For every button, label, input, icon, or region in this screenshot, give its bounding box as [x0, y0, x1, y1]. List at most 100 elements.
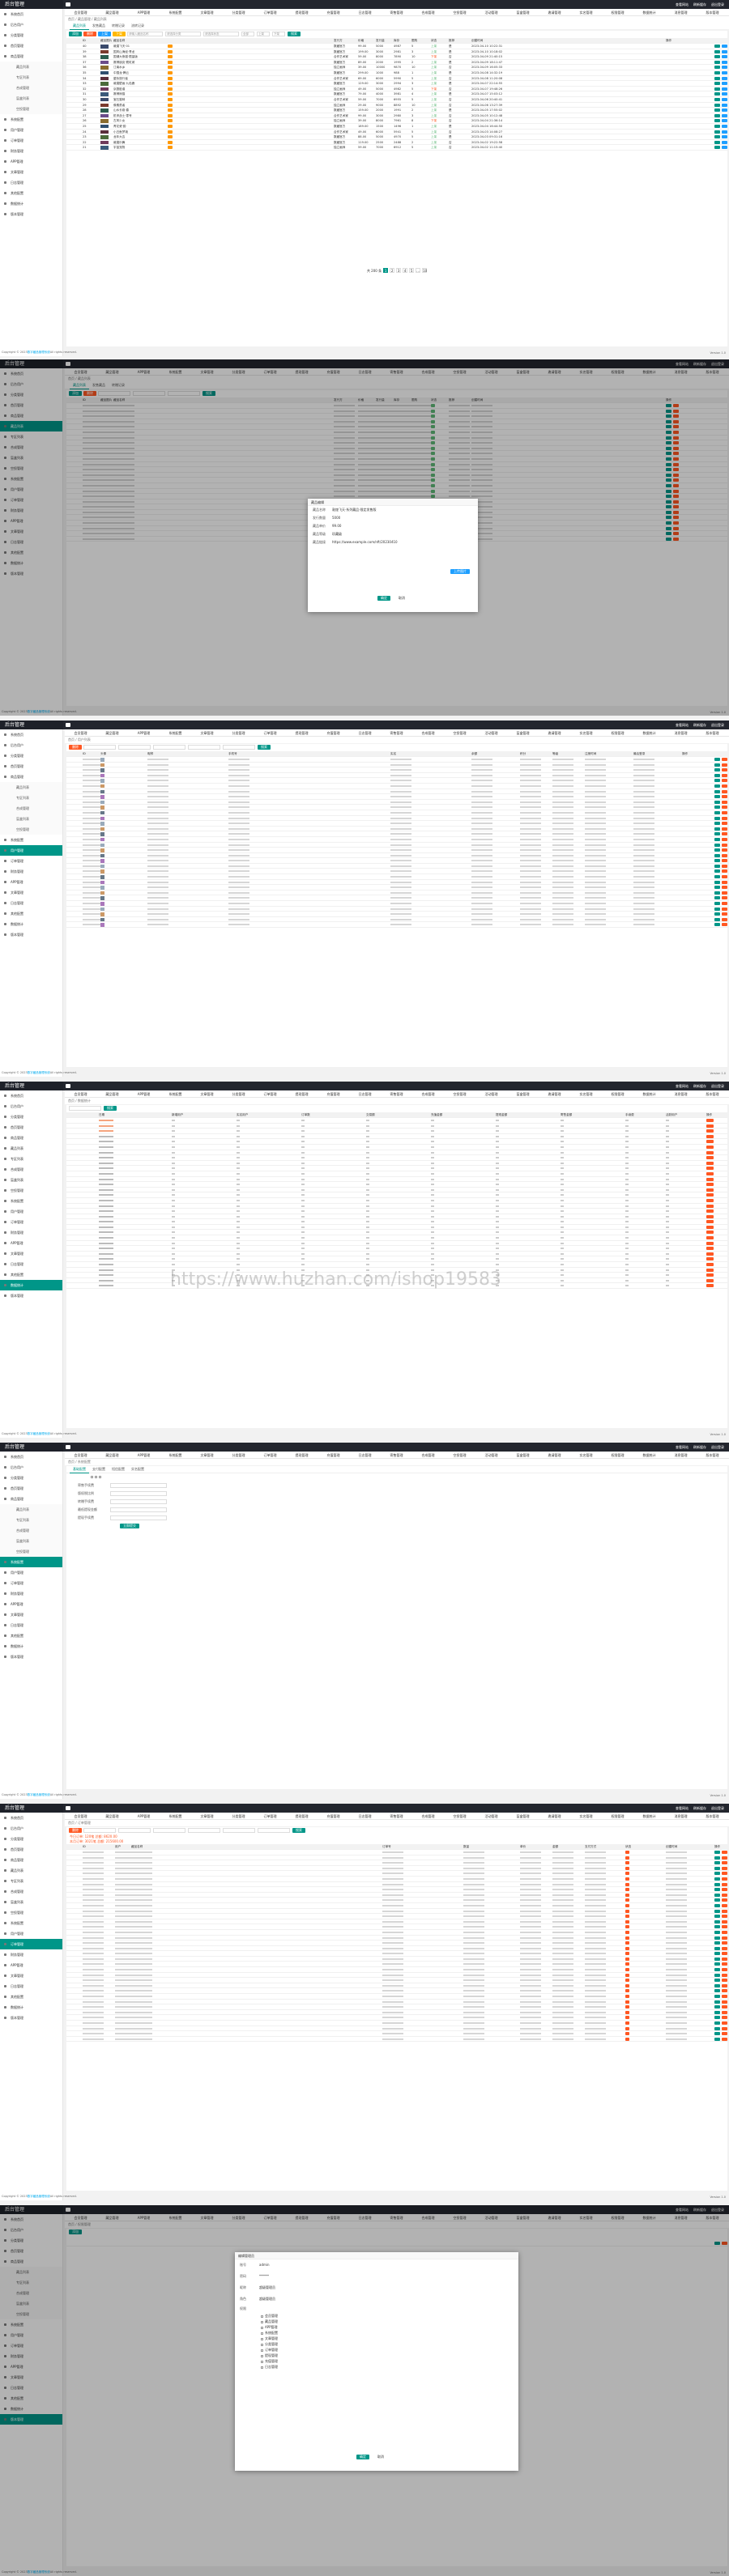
field-value[interactable]: https://www.example.com/nft/20230410 [332, 538, 398, 546]
field-input[interactable] [110, 1515, 167, 1520]
nav-tab[interactable]: 订单管理 [254, 1813, 286, 1819]
edit-button[interactable] [714, 859, 720, 863]
detail-button[interactable] [706, 1183, 714, 1187]
nav-tab[interactable]: APP管理 [128, 9, 160, 15]
delete-button[interactable] [722, 875, 727, 879]
nav-tab[interactable]: 藏品管理 [96, 9, 128, 15]
delete-button[interactable] [722, 1915, 727, 1919]
edit-button[interactable] [714, 2037, 720, 2041]
filter-field[interactable]: 请选择分类 [165, 32, 201, 36]
sidebar-item[interactable]: APP管理 [0, 156, 62, 167]
delete-button[interactable] [722, 795, 727, 799]
nav-tab[interactable]: 系统配置 [160, 1813, 191, 1819]
perm-item[interactable]: 会员管理 [261, 2313, 518, 2319]
sidebar-item[interactable]: 用户管理 [0, 845, 62, 856]
row-action-button[interactable] [714, 119, 720, 123]
perm-checkbox[interactable] [261, 2337, 263, 2340]
cancel-button[interactable]: 取消 [399, 596, 405, 601]
nav-tab[interactable]: 盲盒管理 [507, 1813, 539, 1819]
row-action-button[interactable] [722, 70, 727, 74]
sidebar-item[interactable]: 藏品列表 [0, 1143, 62, 1154]
sidebar-item[interactable]: 专区列表 [0, 72, 62, 83]
sidebar-item[interactable]: 藏品列表 [0, 1504, 62, 1515]
sidebar-item[interactable]: 分类管理 [0, 1473, 62, 1483]
table-row[interactable] [66, 1909, 727, 1915]
content-tab[interactable]: 藏品列表 [70, 23, 89, 30]
sidebar-item[interactable]: 日志管理 [0, 1981, 62, 1992]
delete-button[interactable] [722, 1930, 727, 1934]
perm-checkbox[interactable] [261, 2360, 263, 2363]
edit-button[interactable] [714, 784, 720, 788]
perm-checkbox[interactable] [261, 2315, 263, 2318]
detail-button[interactable] [706, 1273, 714, 1277]
delete-button[interactable] [722, 810, 727, 814]
table-row[interactable] [66, 1860, 727, 1866]
nav-tab[interactable]: 数据统计 [633, 9, 665, 15]
table-row[interactable]: 29 像素勇者 独立画师 29.00 9000 8892 10 上架否 2023-04-06 1… [66, 103, 727, 108]
delete-button[interactable] [722, 773, 727, 777]
top-link[interactable]: 退出登录 [711, 2, 724, 6]
detail-button[interactable] [706, 1278, 714, 1282]
nav-tab[interactable]: 邀请管理 [539, 1452, 570, 1458]
delete-button[interactable] [722, 917, 727, 921]
detail-button[interactable] [706, 1231, 714, 1235]
nav-tab[interactable]: 订单管理 [254, 1090, 286, 1097]
detail-button[interactable] [706, 1140, 714, 1144]
edit-button[interactable] [714, 1877, 720, 1881]
add-button[interactable]: 添加 [69, 32, 82, 36]
table-row[interactable] [66, 1957, 727, 1962]
sidebar-item[interactable]: 数据统计 [0, 1280, 62, 1290]
table-row[interactable] [66, 885, 727, 891]
detail-button[interactable] [706, 1193, 714, 1197]
menu-toggle-icon[interactable] [66, 1806, 70, 1810]
table-row[interactable] [66, 1887, 727, 1893]
menu-toggle-icon[interactable] [66, 723, 70, 727]
nav-tab[interactable]: 藏品管理 [96, 729, 128, 736]
delete-button[interactable] [722, 2005, 727, 2009]
table-row[interactable] [66, 891, 727, 896]
edit-button[interactable] [714, 1861, 720, 1865]
top-link[interactable]: 退出登录 [711, 1084, 724, 1088]
sidebar-item[interactable]: 后台用户 [0, 740, 62, 750]
nav-tab[interactable]: 实名管理 [570, 1090, 602, 1097]
filter-field[interactable] [223, 1828, 255, 1833]
sidebar-item[interactable]: 商品管理 [0, 51, 62, 62]
delete-button[interactable] [722, 779, 727, 783]
table-row[interactable]: 39 国风山海经·青龙 数藏官方 199.00 3000 2981 3 上架是 2023-04-… [66, 49, 727, 55]
edit-button[interactable] [714, 1855, 720, 1860]
delete-button[interactable] [722, 1962, 727, 1966]
delete-button[interactable] [722, 891, 727, 895]
nav-tab[interactable]: 订单管理 [254, 1452, 286, 1458]
sidebar-item[interactable]: 其他配置 [0, 1992, 62, 2002]
nav-tab[interactable]: 系统配置 [160, 1090, 191, 1097]
nav-tab[interactable]: 寄售管理 [381, 1452, 412, 1458]
sidebar-item[interactable]: 藏品列表 [0, 782, 62, 793]
submit-button[interactable]: 立即提交 [120, 1524, 139, 1528]
sidebar-item[interactable]: 首页管理 [0, 1122, 62, 1133]
edit-button[interactable] [714, 1898, 720, 1902]
nav-tab[interactable]: 订单管理 [254, 9, 286, 15]
row-action-button[interactable] [714, 76, 720, 80]
nav-tab[interactable]: 文章管理 [191, 1813, 223, 1819]
perm-item[interactable]: 分类管理 [261, 2341, 518, 2347]
sidebar-item[interactable]: 盲盒列表 [0, 1536, 62, 1546]
table-row[interactable]: 30 宝石猫咪 合作艺术家 59.00 7000 6955 5 上架否 2023-04-06 2… [66, 97, 727, 103]
table-row[interactable] [66, 1924, 727, 1930]
perm-checkbox[interactable] [261, 2354, 263, 2357]
sidebar-item[interactable]: 首页管理 [0, 761, 62, 772]
sidebar-item[interactable]: 盲盒列表 [0, 1175, 62, 1185]
nav-tab[interactable]: 活动管理 [475, 1813, 507, 1819]
config-tab[interactable]: 支付配置 [89, 1466, 109, 1473]
edit-button[interactable] [714, 1941, 720, 1945]
nav-tab[interactable]: 数据统计 [633, 1813, 665, 1819]
sidebar-item[interactable]: 系统首页 [0, 729, 62, 740]
delete-button[interactable] [722, 806, 727, 810]
delete-button[interactable] [722, 1855, 727, 1860]
nav-tab[interactable]: 订单管理 [254, 729, 286, 736]
detail-button[interactable] [706, 1134, 714, 1138]
nav-tab[interactable]: 消息管理 [665, 9, 697, 15]
table-row[interactable] [66, 1941, 727, 1946]
sidebar-item[interactable]: 合成管理 [0, 83, 62, 93]
table-row[interactable] [66, 837, 727, 843]
pager-page[interactable]: 10 [422, 268, 427, 273]
